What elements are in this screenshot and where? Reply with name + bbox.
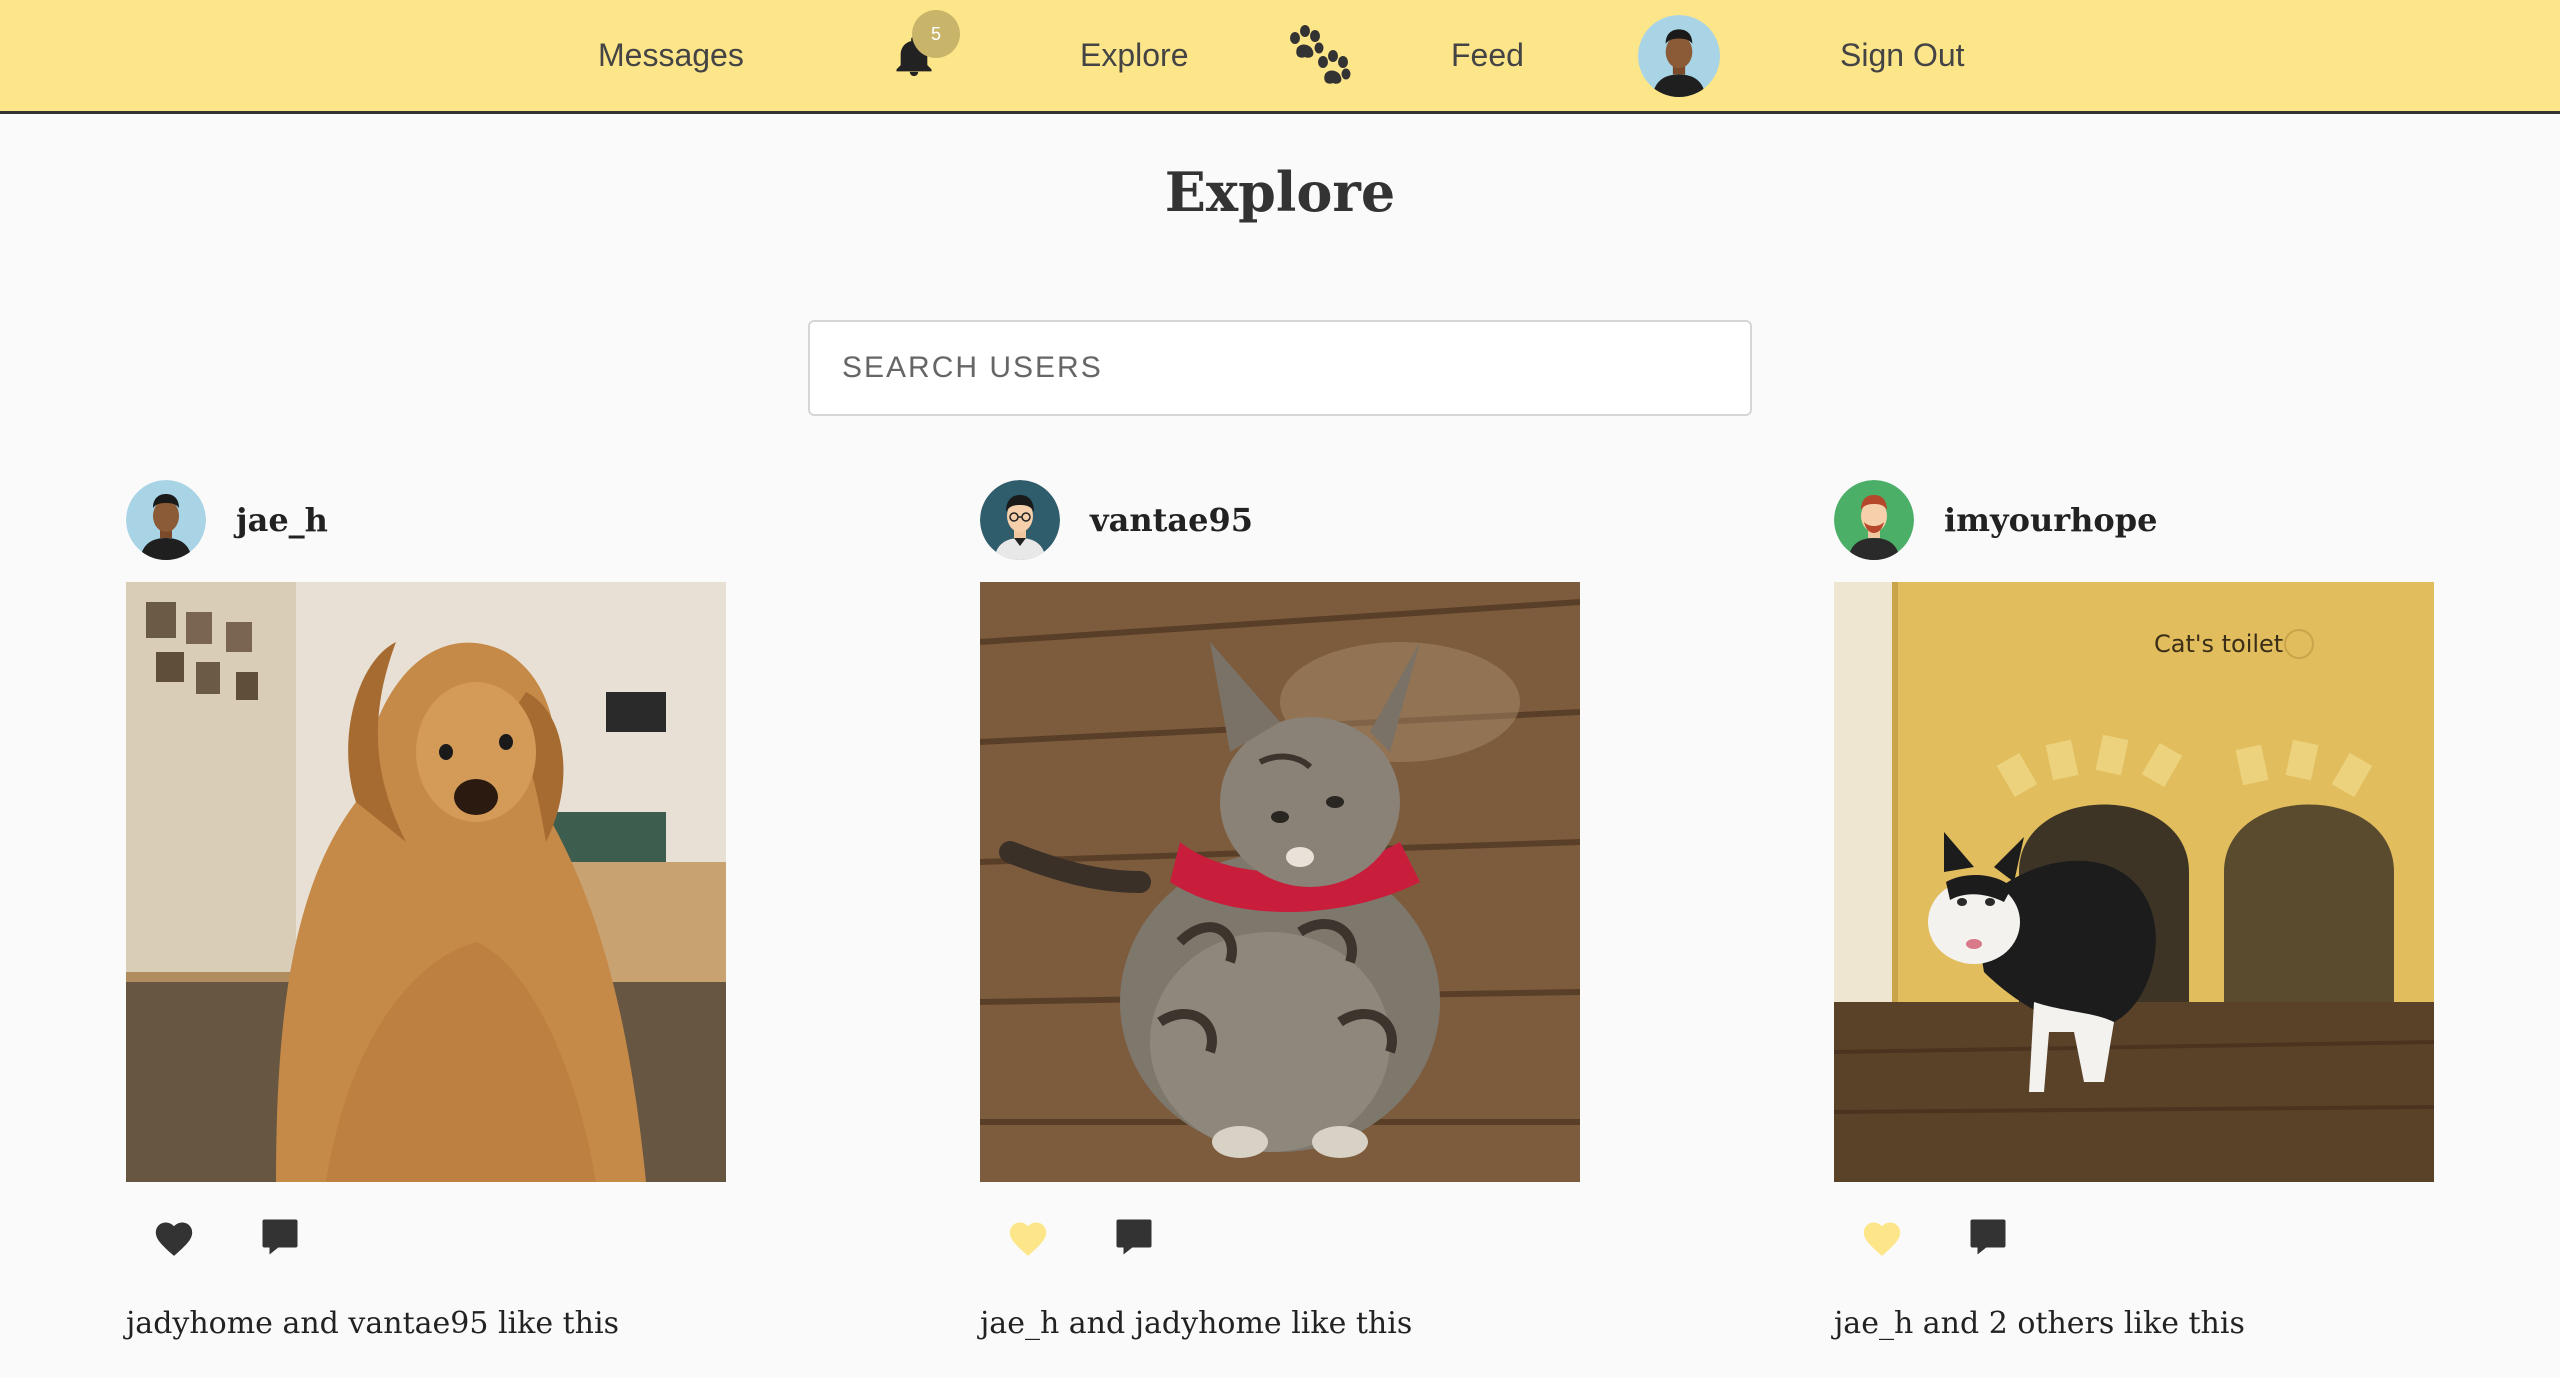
post-username[interactable]: vantae95 bbox=[1090, 501, 1253, 539]
comment-button[interactable] bbox=[1110, 1213, 1158, 1261]
post-card: vantae95 jae_h and jadyhome like this bbox=[980, 480, 1580, 1341]
avatar[interactable] bbox=[980, 480, 1060, 560]
nav-explore-link[interactable]: Explore bbox=[1080, 0, 1189, 111]
post-header: imyourhope bbox=[1834, 480, 2434, 560]
comment-icon bbox=[262, 1219, 298, 1255]
nav-signout-link[interactable]: Sign Out bbox=[1840, 0, 1965, 111]
top-navbar: Messages 5 Explore Feed Sign Out bbox=[0, 0, 2560, 114]
post-image[interactable]: Cat's toilet bbox=[1834, 582, 2434, 1182]
search-container bbox=[808, 320, 1752, 416]
heart-icon bbox=[155, 1222, 193, 1256]
post-image[interactable] bbox=[126, 582, 726, 1182]
page-title: Explore bbox=[1164, 160, 1396, 224]
svg-text:Cat's toilet: Cat's toilet bbox=[2154, 630, 2283, 658]
heart-icon bbox=[1009, 1222, 1047, 1256]
nav-notifications-button[interactable]: 5 bbox=[888, 0, 960, 111]
post-actions bbox=[1834, 1212, 2434, 1262]
post-username[interactable]: imyourhope bbox=[1944, 501, 2157, 539]
post-image[interactable] bbox=[980, 582, 1580, 1182]
post-username[interactable]: jae_h bbox=[236, 501, 328, 539]
like-button[interactable] bbox=[1858, 1213, 1906, 1261]
avatar bbox=[1638, 14, 1720, 97]
avatar[interactable] bbox=[126, 480, 206, 560]
post-likes-text: jadyhome and vantae95 like this bbox=[126, 1306, 619, 1341]
nav-paw-button[interactable] bbox=[1282, 0, 1354, 111]
post-actions bbox=[980, 1212, 1580, 1262]
comment-button[interactable] bbox=[256, 1213, 304, 1261]
post-actions bbox=[126, 1212, 726, 1262]
search-users-input[interactable] bbox=[810, 322, 1750, 414]
nav-feed-link[interactable]: Feed bbox=[1451, 0, 1524, 111]
post-card: jae_h jadyhome and vantae95 like this bbox=[126, 480, 726, 1341]
paw-icon bbox=[1290, 24, 1351, 84]
nav-profile-avatar[interactable] bbox=[1638, 0, 1720, 111]
like-button[interactable] bbox=[150, 1213, 198, 1261]
nav-messages-link[interactable]: Messages bbox=[598, 0, 744, 111]
notification-count-badge: 5 bbox=[912, 10, 960, 58]
avatar[interactable] bbox=[1834, 480, 1914, 560]
comment-icon bbox=[1970, 1219, 2006, 1255]
post-card: imyourhope Cat's toilet jae_h and 2 othe… bbox=[1834, 480, 2434, 1341]
post-header: jae_h bbox=[126, 480, 726, 560]
comment-button[interactable] bbox=[1964, 1213, 2012, 1261]
post-likes-text: jae_h and 2 others like this bbox=[1834, 1306, 2245, 1341]
comment-icon bbox=[1116, 1219, 1152, 1255]
post-header: vantae95 bbox=[980, 480, 1580, 560]
heart-icon bbox=[1863, 1222, 1901, 1256]
post-likes-text: jae_h and jadyhome like this bbox=[980, 1306, 1413, 1341]
like-button[interactable] bbox=[1004, 1213, 1052, 1261]
